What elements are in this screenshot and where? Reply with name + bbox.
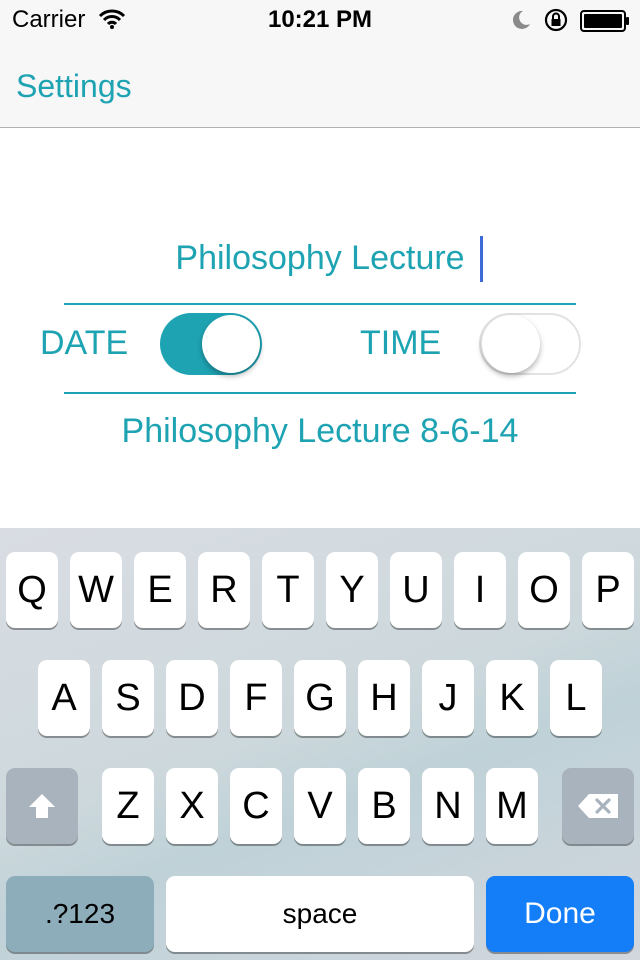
key-f[interactable]: F: [230, 660, 282, 736]
key-c[interactable]: C: [230, 768, 282, 844]
key-m[interactable]: M: [486, 768, 538, 844]
key-s[interactable]: S: [102, 660, 154, 736]
text-cursor: [480, 236, 483, 282]
time-toggle[interactable]: [479, 313, 581, 375]
toggle-knob: [482, 315, 540, 373]
date-toggle[interactable]: [160, 313, 262, 375]
key-d[interactable]: D: [166, 660, 218, 736]
key-i[interactable]: I: [454, 552, 506, 628]
done-key[interactable]: Done: [486, 876, 634, 952]
time-label: TIME: [360, 324, 442, 362]
divider: [64, 303, 576, 305]
key-l[interactable]: L: [550, 660, 602, 736]
event-name-input[interactable]: [64, 228, 576, 288]
key-t[interactable]: T: [262, 552, 314, 628]
key-j[interactable]: J: [422, 660, 474, 736]
shift-key[interactable]: [6, 768, 78, 844]
space-key[interactable]: space: [166, 876, 474, 952]
rotation-lock-icon: [544, 8, 568, 32]
shift-icon: [29, 794, 55, 818]
key-n[interactable]: N: [422, 768, 474, 844]
battery-icon: [580, 10, 629, 32]
numbers-key[interactable]: .?123: [6, 876, 154, 952]
date-label: DATE: [40, 324, 129, 362]
toggle-knob: [202, 315, 260, 373]
keyboard: Q W E R T Y U I O P A S D F G H J K L Z …: [0, 528, 640, 960]
filename-preview: Philosophy Lecture 8-6-14: [121, 412, 519, 450]
key-y[interactable]: Y: [326, 552, 378, 628]
key-g[interactable]: G: [294, 660, 346, 736]
key-q[interactable]: Q: [6, 552, 58, 628]
key-z[interactable]: Z: [102, 768, 154, 844]
moon-icon: [512, 10, 530, 29]
key-w[interactable]: W: [70, 552, 122, 628]
key-v[interactable]: V: [294, 768, 346, 844]
delete-key[interactable]: [562, 768, 634, 844]
key-o[interactable]: O: [518, 552, 570, 628]
key-b[interactable]: B: [358, 768, 410, 844]
key-e[interactable]: E: [134, 552, 186, 628]
settings-button[interactable]: Settings: [16, 68, 132, 105]
key-k[interactable]: K: [486, 660, 538, 736]
status-bar: Carrier 10:21 PM: [0, 0, 640, 40]
delete-icon: [578, 794, 618, 818]
divider: [64, 392, 576, 394]
key-p[interactable]: P: [582, 552, 634, 628]
navigation-bar: Settings: [0, 40, 640, 128]
key-h[interactable]: H: [358, 660, 410, 736]
key-a[interactable]: A: [38, 660, 90, 736]
key-x[interactable]: X: [166, 768, 218, 844]
key-r[interactable]: R: [198, 552, 250, 628]
key-u[interactable]: U: [390, 552, 442, 628]
